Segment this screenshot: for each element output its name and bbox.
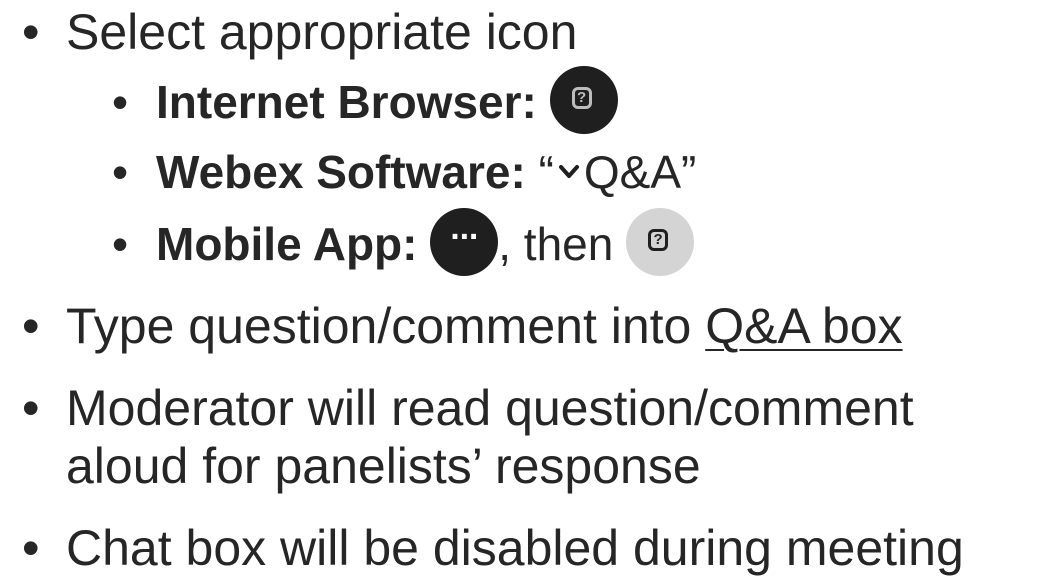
bullet-text: Type question/comment into xyxy=(66,298,706,354)
bullet-dot: • xyxy=(22,298,40,354)
dots-glyph: ··· xyxy=(450,217,480,256)
sub-bullet-dot: • xyxy=(112,76,129,128)
bullet-moderator-line2: aloud for panelists’ response xyxy=(66,438,701,494)
question-box-icon: ? xyxy=(571,86,592,109)
webex-software-label: Webex Software: xyxy=(156,146,526,198)
mobile-app-label: Mobile App: xyxy=(156,218,418,270)
bullet-dot: • xyxy=(22,380,40,436)
question-box-icon: ? xyxy=(648,228,669,251)
bullet-text: aloud for panelists’ response xyxy=(66,438,701,494)
bullet-dot: • xyxy=(22,520,40,576)
sub-bullet-webex-software: Webex Software: “ Q&A” xyxy=(156,146,696,198)
bullet-dot: • xyxy=(22,4,40,60)
sub-bullet-dot: • xyxy=(112,146,129,198)
webex-qa-text: Q&A” xyxy=(583,146,697,198)
sub-bullet-internet-browser: Internet Browser: ? xyxy=(156,65,618,134)
bullet-text: Moderator will read question/comment xyxy=(66,380,914,436)
bullet-chat-disabled: Chat box will be disabled during meeting xyxy=(66,520,964,576)
mobile-qa-icon: ? xyxy=(626,207,695,276)
open-quote: “ xyxy=(538,146,554,198)
bullet-type-question: Type question/comment into Q&A box xyxy=(66,298,903,354)
qa-box-link[interactable]: Q&A box xyxy=(705,298,902,354)
bullet-select-icon: Select appropriate icon xyxy=(66,4,577,60)
more-dots-icon: ··· xyxy=(430,207,499,276)
then-text: , then xyxy=(498,218,614,270)
bullet-text: Chat box will be disabled during meeting xyxy=(66,520,964,576)
browser-qa-icon: ? xyxy=(549,65,618,134)
bullet-moderator-line1: Moderator will read question/comment xyxy=(66,380,914,436)
sub-bullet-mobile-app: Mobile App: ··· , then ? xyxy=(156,207,695,276)
sub-bullet-dot: • xyxy=(112,218,129,270)
bullet-text: Select appropriate icon xyxy=(66,4,578,60)
chevron-down-icon xyxy=(558,164,579,178)
internet-browser-label: Internet Browser: xyxy=(156,76,537,128)
